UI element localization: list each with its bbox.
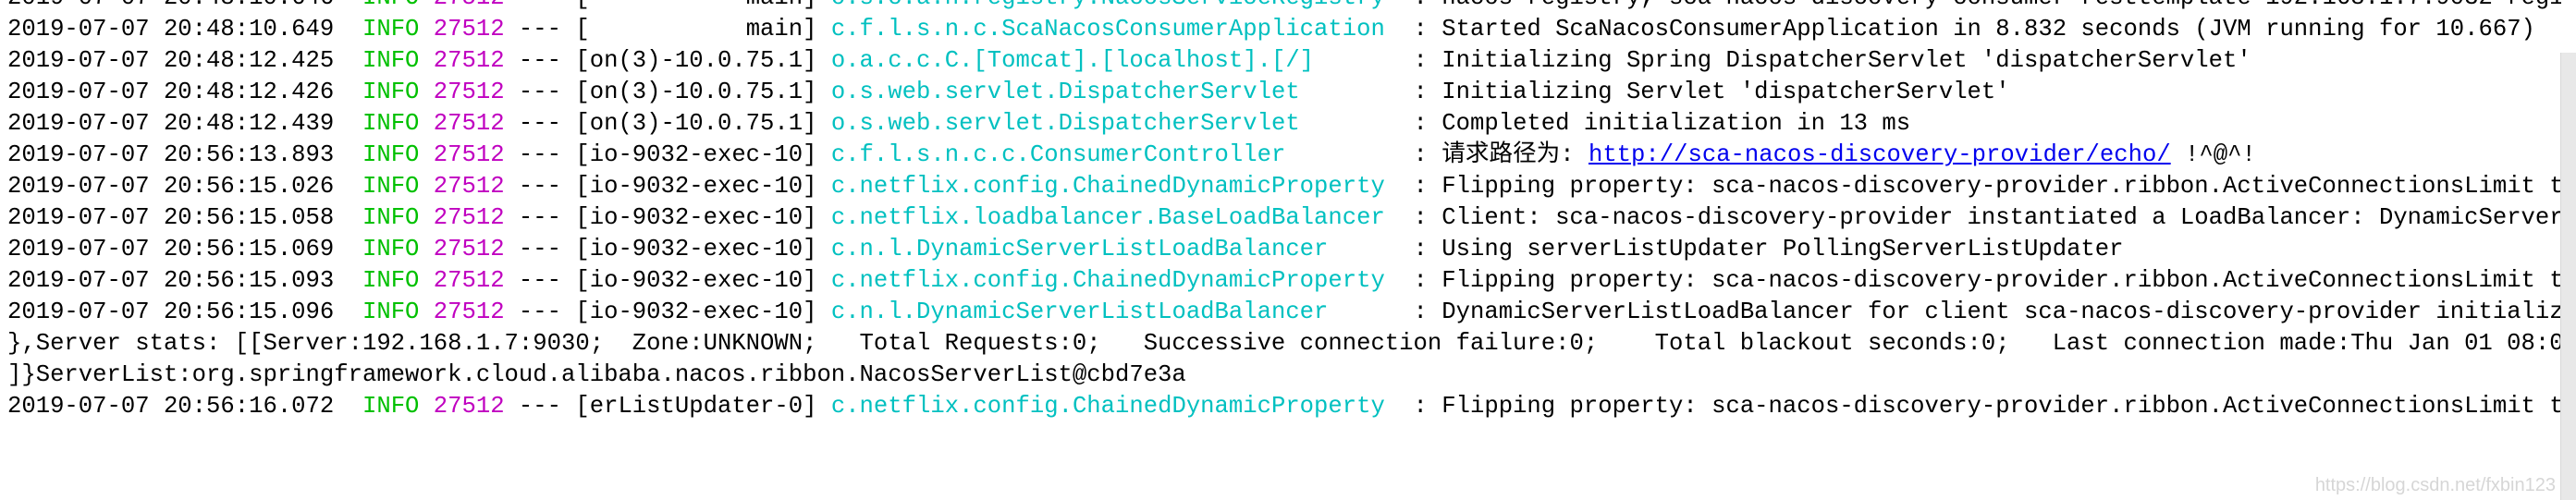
log-logger: c.netflix.config.ChainedDynamicProperty <box>830 267 1385 294</box>
log-logger: c.f.l.s.n.c.ScaNacosConsumerApplication <box>830 16 1385 43</box>
log-logger: c.f.l.s.n.c.c.ConsumerController <box>830 141 1286 168</box>
log-level: INFO <box>362 47 420 74</box>
log-timestamp: 2019-07-07 20:48:10.646 <box>7 0 334 11</box>
log-thread: erListUpdater-0 <box>589 393 803 420</box>
watermark: https://blog.csdn.net/fxbin123 <box>2314 475 2556 495</box>
log-pid: 27512 <box>433 141 505 168</box>
log-level: INFO <box>362 267 420 294</box>
log-pid: 27512 <box>433 236 505 262</box>
vertical-scrollbar[interactable] <box>2560 53 2576 500</box>
log-line: 2019-07-07 20:56:15.096 INFO 27512 --- [… <box>7 297 2561 328</box>
log-thread: io-9032-exec-10 <box>589 173 803 200</box>
log-thread: on(3)-10.0.75.1 <box>589 47 803 74</box>
log-pid: 27512 <box>433 173 505 200</box>
log-pid: 27512 <box>433 79 505 105</box>
log-logger: c.netflix.config.ChainedDynamicProperty <box>830 173 1385 200</box>
log-timestamp: 2019-07-07 20:56:15.026 <box>7 173 335 200</box>
log-timestamp: 2019-07-07 20:56:16.072 <box>7 393 335 420</box>
log-level: INFO <box>362 299 420 325</box>
log-line: 2019-07-07 20:56:15.026 INFO 27512 --- [… <box>7 171 2561 202</box>
log-continuation-line: },Server stats: [[Server:192.168.1.7:903… <box>7 328 2561 360</box>
log-level: INFO <box>362 173 420 200</box>
log-logger: c.n.l.DynamicServerListLoadBalancer <box>830 299 1329 325</box>
log-message: Client: sca-nacos-discovery-provider ins… <box>1441 204 2561 231</box>
log-message: Completed initialization in 13 ms <box>1441 110 1911 137</box>
log-level: INFO <box>362 141 420 168</box>
log-logger: o.a.c.c.C.[Tomcat].[localhost].[/] <box>830 47 1315 74</box>
log-logger: o.s.web.servlet.DispatcherServlet <box>830 110 1300 137</box>
log-pid: 27512 <box>433 204 505 231</box>
log-line: 2019-07-07 20:48:10.649 INFO 27512 --- [… <box>7 16 2535 43</box>
log-level: INFO <box>362 0 419 11</box>
log-message-suffix: !^@^! <box>2170 141 2256 168</box>
log-pid: 27512 <box>433 47 505 74</box>
log-line: 2019-07-07 20:56:15.093 INFO 27512 --- [… <box>7 265 2561 297</box>
console-output: 2019-07-07 20:48:10.646 INFO 27512 --- [… <box>7 0 2561 500</box>
log-timestamp: 2019-07-07 20:56:15.058 <box>7 204 335 231</box>
log-pid: 27512 <box>433 16 505 43</box>
log-raw-text: },Server stats: [[Server:192.168.1.7:903… <box>7 330 2561 357</box>
log-level: INFO <box>362 204 420 231</box>
log-level: INFO <box>362 236 420 262</box>
log-timestamp: 2019-07-07 20:48:10.649 <box>7 16 335 43</box>
log-message: Initializing Servlet 'dispatcherServlet' <box>1441 79 2010 105</box>
log-thread: on(3)-10.0.75.1 <box>589 79 803 105</box>
log-timestamp: 2019-07-07 20:56:15.096 <box>7 299 335 325</box>
log-logger: c.netflix.config.ChainedDynamicProperty <box>830 393 1385 420</box>
log-line: 2019-07-07 20:48:10.646 INFO 27512 --- [… <box>7 0 2561 14</box>
log-timestamp: 2019-07-07 20:48:12.439 <box>7 110 335 137</box>
log-raw-text: ]}ServerList:org.springframework.cloud.a… <box>7 361 1186 388</box>
log-logger: o.s.web.servlet.DispatcherServlet <box>830 79 1300 105</box>
log-message: Using serverListUpdater PollingServerLis… <box>1441 236 2124 262</box>
log-logger: o.s.c.a.n.registry.NacosServiceRegistry <box>831 0 1385 11</box>
log-message: Started ScaNacosConsumerApplication in 8… <box>1441 16 2535 43</box>
log-level: INFO <box>362 393 420 420</box>
log-line: 2019-07-07 20:56:15.058 INFO 27512 --- [… <box>7 202 2561 234</box>
log-timestamp: 2019-07-07 20:48:12.425 <box>7 47 335 74</box>
log-logger: c.netflix.loadbalancer.BaseLoadBalancer <box>830 204 1385 231</box>
log-message: Initializing Spring DispatcherServlet 'd… <box>1441 47 2251 74</box>
log-thread: on(3)-10.0.75.1 <box>589 110 803 137</box>
log-line: 2019-07-07 20:48:12.425 INFO 27512 --- [… <box>7 47 2251 74</box>
log-message: DynamicServerListLoadBalancer for client… <box>1441 299 2561 325</box>
log-line: 2019-07-07 20:48:12.439 INFO 27512 --- [… <box>7 110 1911 137</box>
log-message: Flipping property: sca-nacos-discovery-p… <box>1441 393 2561 420</box>
log-logger: c.n.l.DynamicServerListLoadBalancer <box>830 236 1329 262</box>
log-thread: main <box>745 16 803 43</box>
log-pid: 27512 <box>433 110 505 137</box>
log-continuation-line: ]}ServerList:org.springframework.cloud.a… <box>7 360 2561 391</box>
log-timestamp: 2019-07-07 20:56:15.069 <box>7 236 335 262</box>
log-thread: io-9032-exec-10 <box>589 236 803 262</box>
log-thread: io-9032-exec-10 <box>589 204 803 231</box>
log-message: Flipping property: sca-nacos-discovery-p… <box>1441 267 2561 294</box>
log-timestamp: 2019-07-07 20:56:13.893 <box>7 141 335 168</box>
log-link[interactable]: http://sca-nacos-discovery-provider/echo… <box>1589 141 2171 168</box>
log-pid: 27512 <box>433 267 505 294</box>
log-timestamp: 2019-07-07 20:48:12.426 <box>7 79 335 105</box>
log-pid: 27512 <box>433 299 505 325</box>
log-line: 2019-07-07 20:56:16.072 INFO 27512 --- [… <box>7 391 2561 422</box>
log-line: 2019-07-07 20:56:15.069 INFO 27512 --- [… <box>7 236 2124 262</box>
log-pid: 27512 <box>434 0 505 11</box>
log-timestamp: 2019-07-07 20:56:15.093 <box>7 267 335 294</box>
log-level: INFO <box>362 79 420 105</box>
log-message: Flipping property: sca-nacos-discovery-p… <box>1441 173 2561 200</box>
log-thread: io-9032-exec-10 <box>589 299 803 325</box>
log-thread: main <box>746 0 803 11</box>
log-line: 2019-07-07 20:56:13.893 INFO 27512 --- [… <box>7 141 2256 168</box>
log-thread: io-9032-exec-10 <box>589 267 803 294</box>
log-pid: 27512 <box>433 393 505 420</box>
log-level: INFO <box>362 16 420 43</box>
log-thread: io-9032-exec-10 <box>589 141 803 168</box>
log-message: nacos registry, sca-nacos-discovery-cons… <box>1441 0 2561 11</box>
log-line: 2019-07-07 20:48:12.426 INFO 27512 --- [… <box>7 79 2010 105</box>
log-message: 请求路径为: <box>1441 141 1589 168</box>
log-level: INFO <box>362 110 420 137</box>
